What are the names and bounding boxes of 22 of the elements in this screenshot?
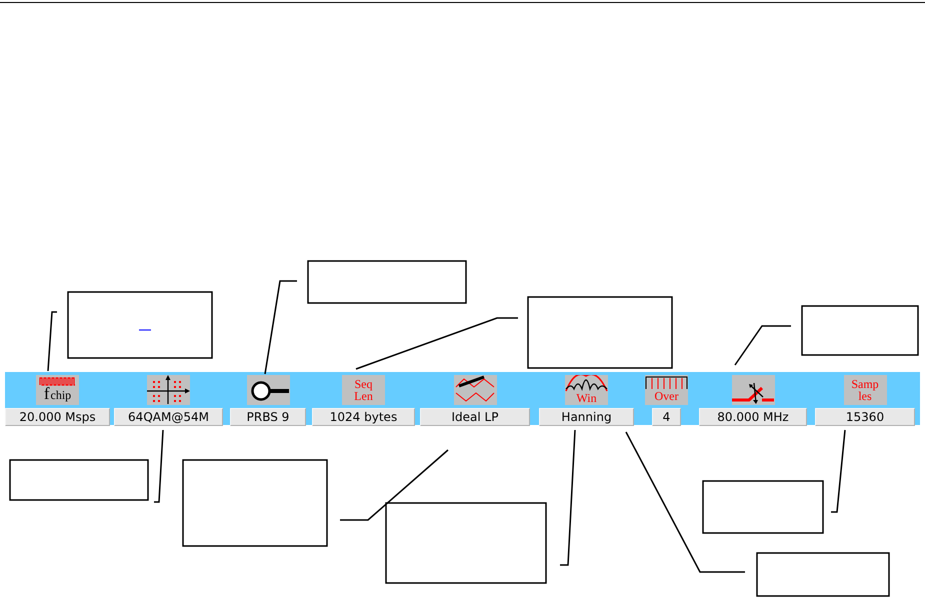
value-field[interactable]: PRBS 9 bbox=[230, 408, 306, 426]
probe-icon[interactable] bbox=[246, 375, 290, 405]
value-field[interactable]: Hanning bbox=[539, 408, 634, 426]
icon-label: Seq Len bbox=[354, 378, 373, 402]
square-wave-icon bbox=[39, 377, 76, 386]
leader-line bbox=[47, 311, 57, 372]
constellation-icon[interactable] bbox=[147, 375, 190, 405]
icon-label: fchip bbox=[44, 386, 72, 403]
slope-arrows-icon[interactable] bbox=[732, 375, 774, 405]
icon-label: Win bbox=[576, 392, 597, 404]
icon-label: Over bbox=[654, 390, 678, 402]
value-field[interactable]: Ideal LP bbox=[420, 408, 530, 426]
chip-rate-icon[interactable]: fchip bbox=[36, 375, 79, 405]
filter-icon[interactable] bbox=[454, 375, 496, 405]
value-field[interactable]: 64QAM@54M bbox=[114, 408, 223, 426]
value-field[interactable]: 1024 bytes bbox=[312, 408, 415, 426]
value-field[interactable]: 80.000 MHz bbox=[699, 408, 807, 426]
value-field[interactable]: 20.000 Msps bbox=[5, 408, 110, 426]
value-field[interactable]: 4 bbox=[652, 408, 681, 426]
leader-line bbox=[734, 325, 791, 366]
icon-label: Samp les bbox=[851, 378, 879, 402]
value-field[interactable]: 15360 bbox=[815, 408, 915, 426]
